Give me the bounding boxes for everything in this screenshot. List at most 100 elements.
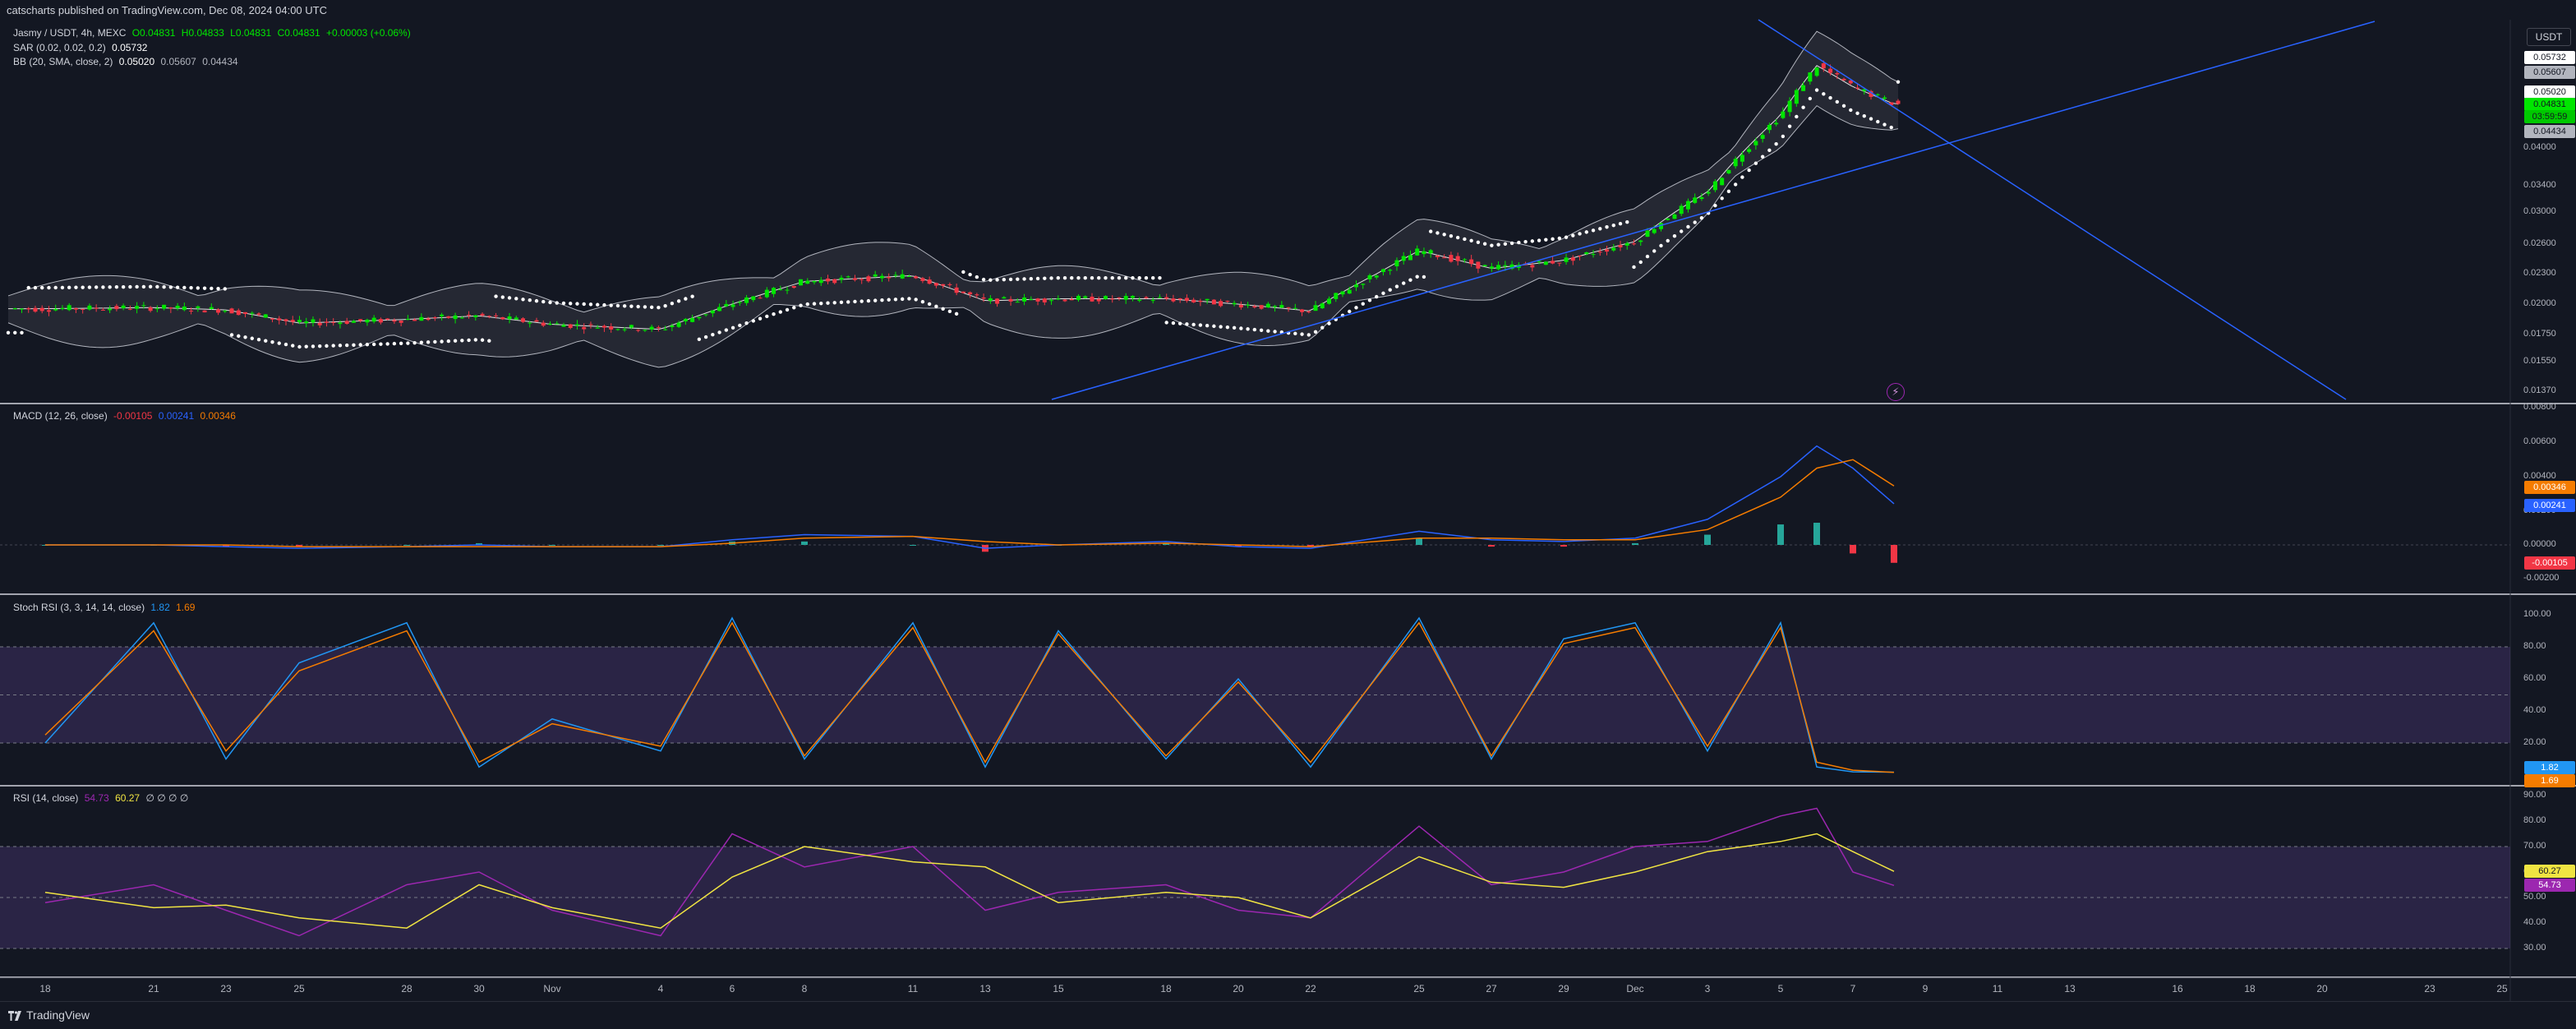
sar-dot	[392, 341, 397, 346]
rsi-label: RSI (14, close)	[13, 792, 79, 804]
candle-body	[1374, 275, 1379, 278]
candle-body	[1049, 300, 1054, 302]
x-axis-tick: 6	[729, 983, 735, 994]
sar-dot	[1164, 321, 1168, 325]
sar-dot	[609, 303, 613, 307]
tradingview-logo[interactable]: TradingView	[8, 1008, 90, 1022]
candle-body	[1882, 97, 1887, 99]
macd-axis-tick: 0.00800	[2523, 402, 2556, 412]
macd-label: MACD (12, 26, close)	[13, 410, 108, 422]
sar-dot	[1090, 276, 1094, 280]
sar-dot	[1659, 243, 1663, 248]
sar-dot	[629, 304, 634, 308]
candle-body	[541, 322, 546, 326]
candle-body	[961, 291, 965, 293]
candle-body	[1747, 149, 1752, 152]
candle-body	[250, 312, 255, 314]
macd-hist-bar	[910, 545, 916, 546]
candle-body	[1482, 265, 1487, 267]
ohlc-open: O0.04831	[131, 27, 176, 39]
x-axis-tick: 23	[2424, 983, 2435, 994]
candle-body	[1808, 72, 1813, 82]
candle-body	[1584, 252, 1589, 255]
sar-dot	[500, 295, 505, 299]
x-axis-tick: 18	[39, 983, 51, 994]
sar-dot	[778, 310, 782, 314]
candle-body	[1712, 181, 1717, 191]
candle-body	[1380, 269, 1385, 272]
tv-logo-icon	[8, 1010, 21, 1021]
sar-dot	[1517, 240, 1521, 245]
sar-dot	[730, 325, 735, 330]
candle-body	[1685, 201, 1690, 210]
sar-dot	[162, 284, 166, 289]
sar-dot	[250, 336, 254, 340]
candle-body	[507, 316, 512, 320]
sar-dot	[1375, 294, 1379, 299]
candle-body	[432, 317, 437, 319]
sar-dot	[758, 316, 763, 321]
sar-dot	[1008, 277, 1013, 282]
candle-body	[568, 324, 573, 328]
bb-fill	[8, 31, 1898, 367]
candle-body	[121, 305, 126, 309]
trend-line-down	[1758, 19, 2347, 400]
candle-body	[419, 316, 424, 321]
x-axis-tick: 5	[1777, 983, 1784, 994]
candle-body	[1083, 296, 1088, 298]
chart-canvas[interactable]	[0, 0, 2576, 1028]
candle-body	[1828, 68, 1833, 73]
candle-body	[1029, 299, 1034, 301]
candle-body	[825, 278, 830, 282]
sar-dot	[13, 330, 17, 335]
sar-dot	[1070, 276, 1074, 280]
sar-dot	[1056, 276, 1060, 280]
rsi-axis-tick: 30.00	[2523, 943, 2546, 953]
sar-dot	[114, 285, 119, 289]
rsi-axis-tick: 40.00	[2523, 917, 2546, 927]
sar-dot	[67, 285, 71, 290]
sar-dot	[1767, 148, 1772, 152]
macd-hist-bar	[1488, 545, 1495, 547]
stoch-axis-tick: 20.00	[2523, 737, 2546, 747]
sar-dot	[277, 341, 281, 345]
sar-dot	[907, 297, 911, 301]
candle-body	[1273, 306, 1278, 307]
price-axis-tick: 0.01750	[2523, 329, 2556, 339]
sar-dot	[1841, 104, 1846, 108]
currency-selector[interactable]: USDT	[2527, 28, 2571, 46]
sar-dot	[920, 299, 925, 304]
sar-dot	[1482, 242, 1487, 246]
candle-body	[656, 327, 661, 329]
sar-dot	[196, 286, 200, 290]
candle-body	[1611, 247, 1616, 251]
sar-dot	[480, 338, 485, 342]
ohlc-high: H0.04833	[181, 27, 224, 39]
candle-body	[1279, 305, 1284, 308]
sar-dot	[1177, 321, 1182, 325]
sar-dot	[210, 286, 214, 291]
symbol-label: Jasmy / USDT, 4h, MEXC	[13, 27, 127, 39]
sar-dot	[155, 284, 159, 289]
candle-body	[1238, 304, 1243, 308]
candle-body	[1449, 255, 1454, 262]
candle-body	[995, 298, 1000, 304]
x-axis-tick: Dec	[1626, 983, 1644, 994]
candle-body	[1774, 122, 1779, 125]
sar-dot	[1720, 196, 1724, 201]
x-axis-tick: 8	[801, 983, 808, 994]
candle-body	[87, 305, 92, 310]
candle-body	[162, 304, 167, 309]
candle-body	[1672, 214, 1677, 219]
price-tag: 0.05020	[2524, 85, 2575, 99]
candle-body	[378, 319, 383, 323]
macd-line	[45, 445, 1895, 549]
candle-body	[1313, 305, 1318, 311]
lightning-icon[interactable]: ⚡	[1887, 383, 1905, 401]
macd-value: 0.00241	[158, 410, 195, 422]
sar-dot	[1022, 277, 1026, 281]
sar-dot	[1733, 182, 1738, 187]
sar-dot	[785, 307, 790, 312]
sar-dot	[311, 344, 316, 348]
sar-dot	[1544, 238, 1548, 242]
